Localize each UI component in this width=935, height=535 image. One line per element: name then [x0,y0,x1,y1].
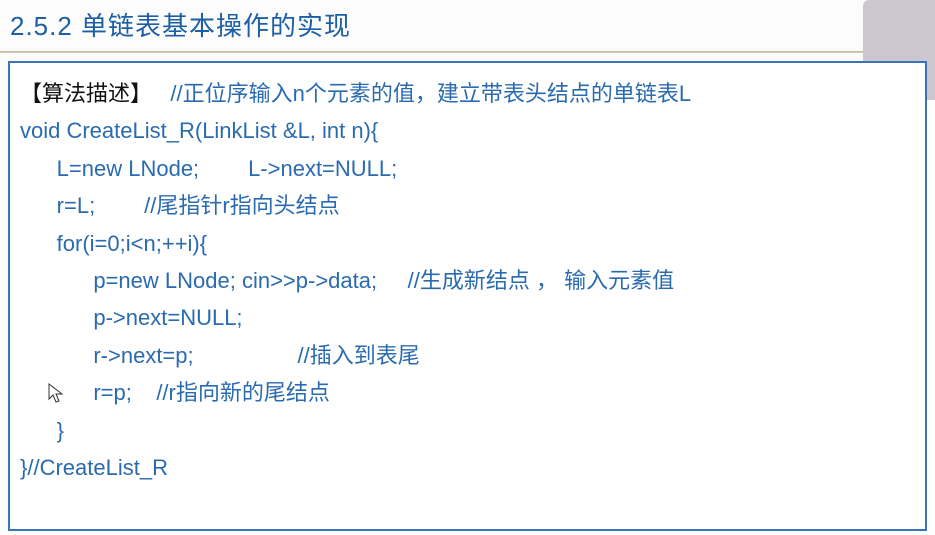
code-line: r->next=p; //插入到表尾 [20,337,915,374]
algo-label: 【算法描述】 [20,81,152,106]
code-line: } [20,412,915,449]
code-line: r=L; //尾指针r指向头结点 [20,187,915,224]
code-line: void CreateList_R(LinkList &L, int n){ [20,112,915,149]
code-line: 【算法描述】 //正位序输入n个元素的值，建立带表头结点的单链表L [20,75,915,112]
code-panel: 【算法描述】 //正位序输入n个元素的值，建立带表头结点的单链表L void C… [8,61,927,531]
code-line: for(i=0;i<n;++i){ [20,225,915,262]
section-heading: 2.5.2 单链表基本操作的实现 [10,6,925,43]
code-comment: //正位序输入n个元素的值，建立带表头结点的单链表L [152,81,691,106]
code-line: }//CreateList_R [20,449,915,486]
code-line: p=new LNode; cin>>p->data; //生成新结点 ， 输入元… [20,262,915,299]
code-line: L=new LNode; L->next=NULL; [20,150,915,187]
heading-underline [0,51,935,53]
code-line: p->next=NULL; [20,299,915,336]
code-line: r=p; //r指向新的尾结点 [20,374,915,411]
section-heading-bar: 2.5.2 单链表基本操作的实现 [0,0,935,53]
